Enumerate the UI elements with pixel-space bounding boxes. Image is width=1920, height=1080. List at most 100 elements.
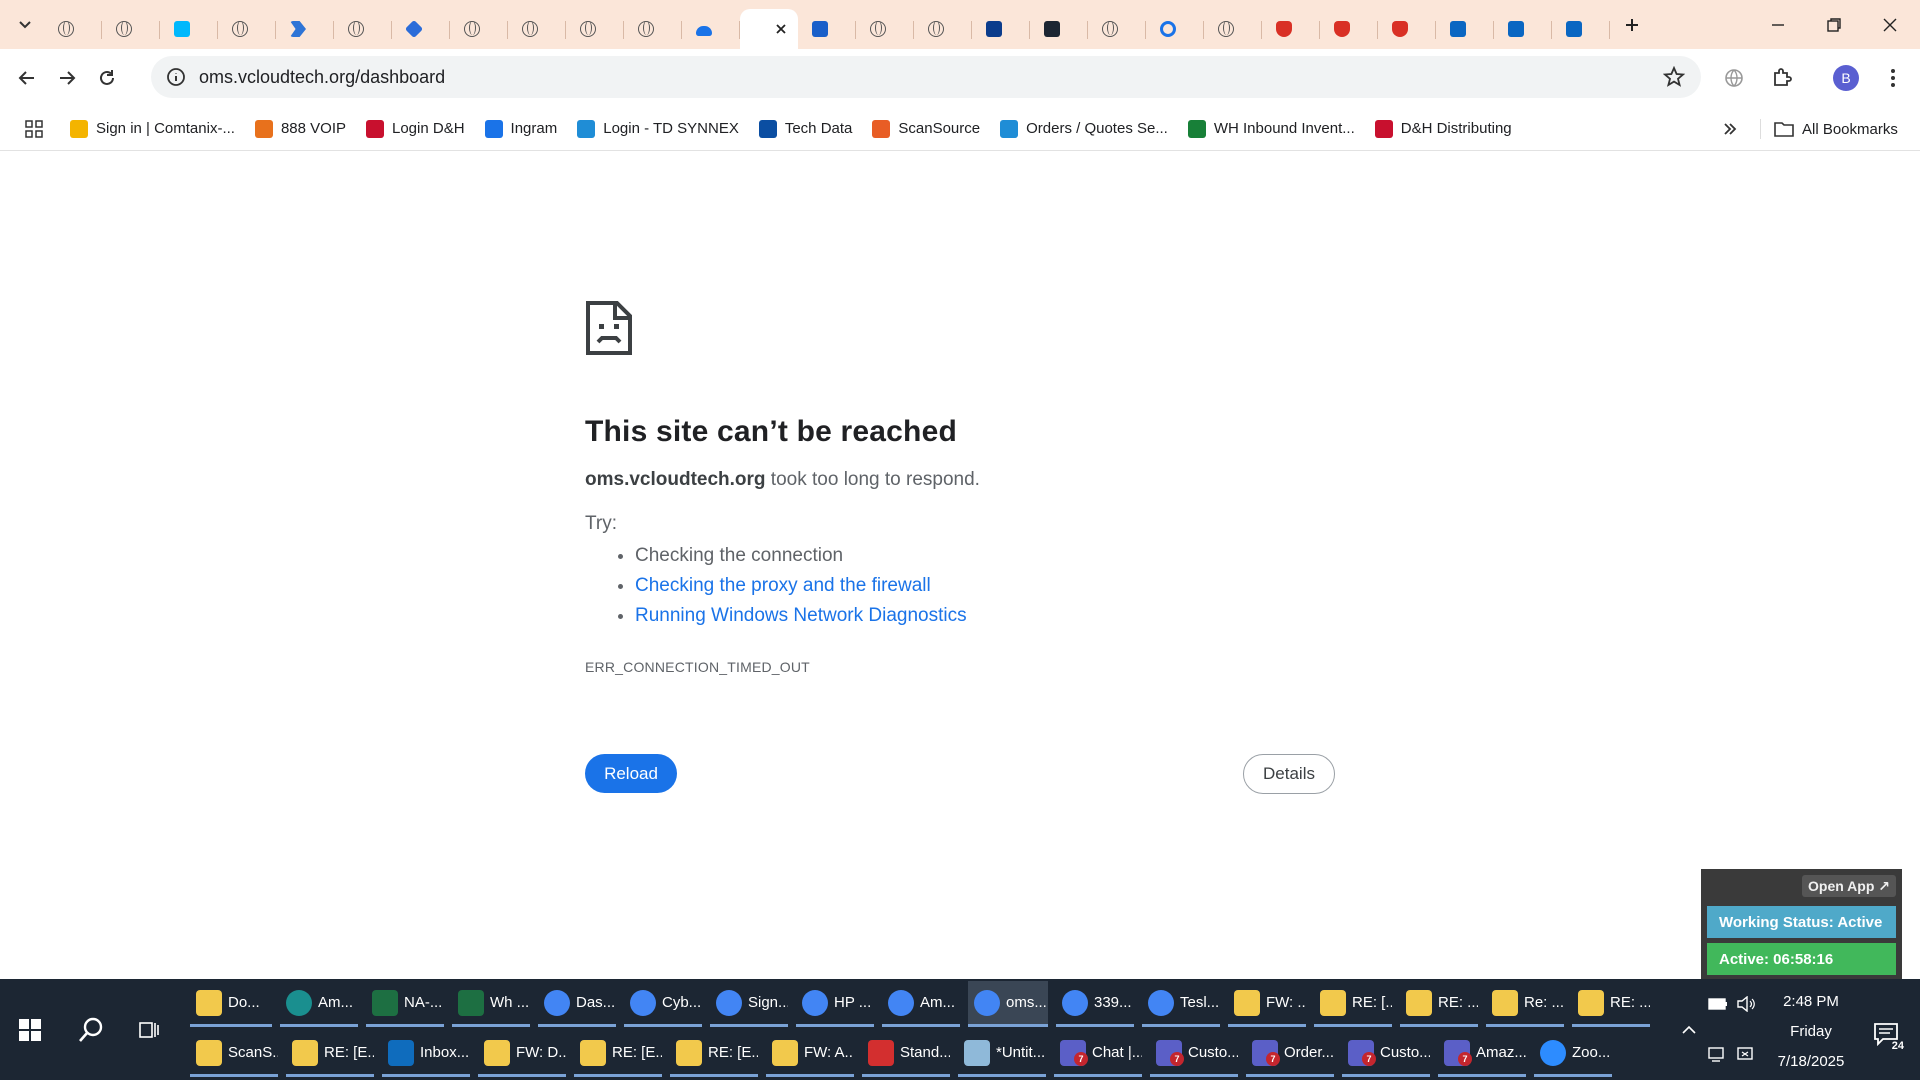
- translate-button[interactable]: [1718, 62, 1750, 94]
- minimize-button[interactable]: [1750, 0, 1806, 49]
- taskbar-app[interactable]: Inbox...: [382, 1031, 470, 1077]
- tab[interactable]: [44, 9, 102, 49]
- network-button[interactable]: [1704, 1029, 1732, 1079]
- taskbar-app[interactable]: RE: ...: [1400, 981, 1478, 1027]
- taskbar-app[interactable]: Zoo...: [1534, 1031, 1612, 1077]
- tab[interactable]: [508, 9, 566, 49]
- tab[interactable]: [972, 9, 1030, 49]
- apps-button[interactable]: [20, 115, 48, 143]
- bookmark-star-button[interactable]: [1662, 65, 1686, 93]
- tab[interactable]: [1378, 9, 1436, 49]
- bookmark-item[interactable]: WH Inbound Invent...: [1187, 114, 1365, 144]
- tab[interactable]: [1146, 9, 1204, 49]
- show-hidden-icons-button[interactable]: [1676, 979, 1702, 1080]
- extensions-button[interactable]: [1766, 62, 1798, 94]
- bookmark-item[interactable]: Orders / Quotes Se...: [1000, 114, 1178, 144]
- taskbar-app[interactable]: oms...: [968, 981, 1048, 1027]
- taskbar-app[interactable]: FW: ...: [1228, 981, 1306, 1027]
- taskbar-app[interactable]: 7 Custo...: [1150, 1031, 1238, 1077]
- more-bookmarks-button[interactable]: [1716, 115, 1744, 143]
- forward-button[interactable]: [50, 61, 84, 95]
- taskbar-app[interactable]: 7 Order...: [1246, 1031, 1334, 1077]
- restore-button[interactable]: [1806, 0, 1862, 49]
- profile-button[interactable]: B: [1830, 62, 1862, 94]
- tab[interactable]: [1552, 9, 1610, 49]
- bookmark-item[interactable]: 888 VOIP: [254, 114, 356, 144]
- tab[interactable]: [1204, 9, 1262, 49]
- tab[interactable]: [276, 9, 334, 49]
- network-diagnostics-link[interactable]: Running Windows Network Diagnostics: [635, 605, 967, 626]
- task-view-button[interactable]: [124, 979, 174, 1080]
- tab[interactable]: [1262, 9, 1320, 49]
- tab[interactable]: [102, 9, 160, 49]
- battery-button[interactable]: [1704, 979, 1732, 1029]
- taskbar-app[interactable]: *Untit...: [958, 1031, 1046, 1077]
- tab-search-button[interactable]: [11, 11, 39, 39]
- tab[interactable]: [1494, 9, 1552, 49]
- open-app-button[interactable]: Open App ↗: [1802, 875, 1896, 897]
- taskbar-app[interactable]: 339...: [1056, 981, 1134, 1027]
- bookmark-item[interactable]: Ingram: [484, 114, 568, 144]
- bookmark-item[interactable]: Sign in | Comtanix-...: [70, 114, 245, 144]
- taskbar-app[interactable]: ScanS...: [190, 1031, 278, 1077]
- tab[interactable]: [682, 9, 740, 49]
- taskbar-app[interactable]: Am...: [280, 981, 358, 1027]
- taskbar-app[interactable]: HP ...: [796, 981, 874, 1027]
- proxy-firewall-link[interactable]: Checking the proxy and the firewall: [635, 575, 931, 596]
- tab[interactable]: [218, 9, 276, 49]
- back-button[interactable]: [10, 61, 44, 95]
- taskbar-app[interactable]: RE: [...: [1314, 981, 1392, 1027]
- taskbar-app[interactable]: Cyb...: [624, 981, 702, 1027]
- taskbar-app[interactable]: 7 Amaz...: [1438, 1031, 1526, 1077]
- tab-active[interactable]: [740, 9, 798, 49]
- start-button[interactable]: [0, 979, 60, 1080]
- address-bar[interactable]: oms.vcloudtech.org/dashboard: [151, 56, 1701, 98]
- taskbar-app[interactable]: RE: [E...: [286, 1031, 374, 1077]
- menu-button[interactable]: [1877, 62, 1909, 94]
- taskbar-app[interactable]: Am...: [882, 981, 960, 1027]
- taskbar-app[interactable]: Das...: [538, 981, 616, 1027]
- url-text[interactable]: oms.vcloudtech.org/dashboard: [199, 67, 445, 88]
- taskbar-clock[interactable]: 2:48 PM Friday 7/18/2025: [1762, 987, 1860, 1077]
- bookmark-item[interactable]: Login D&H: [366, 114, 475, 144]
- bookmark-item[interactable]: ScanSource: [872, 114, 990, 144]
- taskbar-app[interactable]: Stand...: [862, 1031, 950, 1077]
- bookmark-item[interactable]: Tech Data: [758, 114, 863, 144]
- taskbar-app[interactable]: Re: ...: [1486, 981, 1564, 1027]
- new-tab-button[interactable]: [1618, 11, 1646, 39]
- tab[interactable]: [450, 9, 508, 49]
- taskbar-app[interactable]: 7 Custo...: [1342, 1031, 1430, 1077]
- all-bookmarks-button[interactable]: All Bookmarks: [1760, 115, 1898, 143]
- tab[interactable]: [160, 9, 218, 49]
- taskbar-app[interactable]: FW: D...: [478, 1031, 566, 1077]
- notification-center-button[interactable]: 24: [1866, 1014, 1906, 1054]
- tab[interactable]: [624, 9, 682, 49]
- volume-button[interactable]: [1732, 979, 1760, 1029]
- taskbar-search-button[interactable]: [66, 979, 116, 1080]
- taskbar-app[interactable]: Sign...: [710, 981, 788, 1027]
- taskbar-app[interactable]: Tesl...: [1142, 981, 1220, 1027]
- taskbar-app[interactable]: Wh ...: [452, 981, 530, 1027]
- bookmark-item[interactable]: Login - TD SYNNEX: [577, 114, 749, 144]
- reload-toolbar-button[interactable]: [90, 61, 124, 95]
- site-info-button[interactable]: [155, 67, 197, 87]
- tab[interactable]: [856, 9, 914, 49]
- reload-button[interactable]: Reload: [585, 754, 677, 793]
- tab[interactable]: [392, 9, 450, 49]
- tab[interactable]: [914, 9, 972, 49]
- taskbar-app[interactable]: NA-...: [366, 981, 444, 1027]
- tab[interactable]: [798, 9, 856, 49]
- taskbar-app[interactable]: RE: ...: [1572, 981, 1650, 1027]
- tab[interactable]: [1030, 9, 1088, 49]
- close-window-button[interactable]: [1862, 0, 1918, 49]
- taskbar-app[interactable]: RE: [E...: [670, 1031, 758, 1077]
- tab[interactable]: [1088, 9, 1146, 49]
- display-button[interactable]: [1732, 1029, 1760, 1079]
- tab[interactable]: [334, 9, 392, 49]
- tab[interactable]: [1436, 9, 1494, 49]
- bookmark-item[interactable]: D&H Distributing: [1374, 114, 1522, 144]
- taskbar-app[interactable]: RE: [E...: [574, 1031, 662, 1077]
- details-button[interactable]: Details: [1243, 754, 1335, 794]
- tab[interactable]: [566, 9, 624, 49]
- close-tab-button[interactable]: [774, 22, 788, 41]
